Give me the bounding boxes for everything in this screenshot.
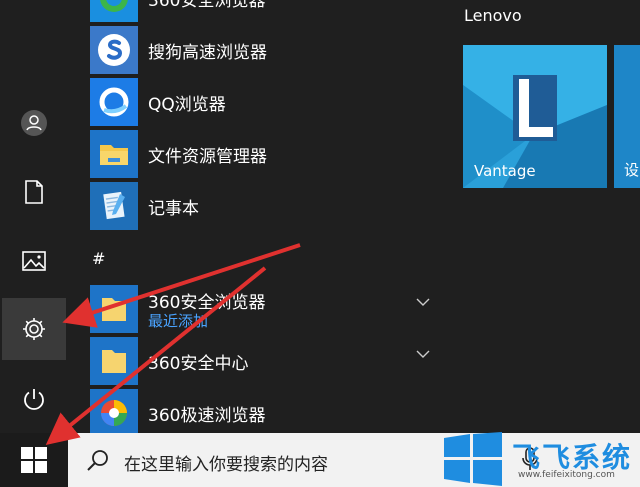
settings-icon [23,318,45,340]
power-icon [24,389,44,410]
watermark-url: www.feifeixitong.com [518,470,615,480]
app-name: 文件资源管理器 [148,147,267,167]
pictures-icon [22,251,46,271]
pictures-button[interactable] [0,230,68,292]
app-name: 360安全浏览器 [148,0,266,11]
app-item-360-browser[interactable]: 360安全浏览器 [90,0,440,24]
start-menu-rail [0,0,68,487]
folder-name: 360安全中心 [148,354,249,374]
settings-button[interactable] [2,298,66,360]
tile-group-title[interactable]: Lenovo [464,6,522,25]
app-name: 记事本 [148,199,199,219]
search-icon [87,450,108,471]
tile-label: Vantage [474,162,536,180]
watermark-windows-logo-icon [444,432,502,486]
watermark: 飞飞系统 www.feifeixitong.com [440,430,640,487]
folder-icon [90,337,138,385]
section-header-hash[interactable]: # [92,249,105,268]
start-button[interactable] [0,433,68,487]
settings-tile[interactable]: 设 [614,45,640,188]
lenovo-vantage-tile[interactable]: Vantage [463,45,607,188]
app-item-qq-browser[interactable]: QQ浏览器 [90,78,440,128]
app-name: 搜狗高速浏览器 [148,43,267,63]
windows-logo-icon [21,447,47,473]
chevron-down-icon[interactable] [416,349,430,359]
document-icon [25,180,43,204]
sogou-browser-icon [90,26,138,74]
folder-icon [90,285,138,333]
folder-360-security-center[interactable]: 360安全中心 [90,337,440,387]
app-item-file-explorer[interactable]: 文件资源管理器 [90,130,440,180]
app-list: 360安全浏览器 搜狗高速浏览器 QQ浏览器 文件资源管理器 记事本 # 360… [68,0,440,437]
file-explorer-icon [90,130,138,178]
recently-added-label: 最近添加 [148,312,209,330]
app-name: QQ浏览器 [148,95,226,115]
360-browser-icon [90,0,138,22]
user-icon [21,110,47,136]
notepad-icon [90,182,138,230]
chevron-down-icon[interactable] [416,297,430,307]
app-item-360-extreme-browser[interactable]: 360极速浏览器 [90,389,440,439]
360-extreme-browser-icon [90,389,138,437]
app-name: 360极速浏览器 [148,406,266,426]
power-button[interactable] [0,368,68,430]
user-account-button[interactable] [0,92,68,154]
folder-360-browser[interactable]: 360安全浏览器 最近添加 [90,285,440,335]
tile-label: 设 [624,161,640,179]
qq-browser-icon [90,78,138,126]
app-item-notepad[interactable]: 记事本 [90,182,440,232]
search-placeholder: 在这里输入你要搜索的内容 [124,455,328,475]
documents-button[interactable] [0,161,68,223]
app-item-sogou-browser[interactable]: 搜狗高速浏览器 [90,26,440,76]
